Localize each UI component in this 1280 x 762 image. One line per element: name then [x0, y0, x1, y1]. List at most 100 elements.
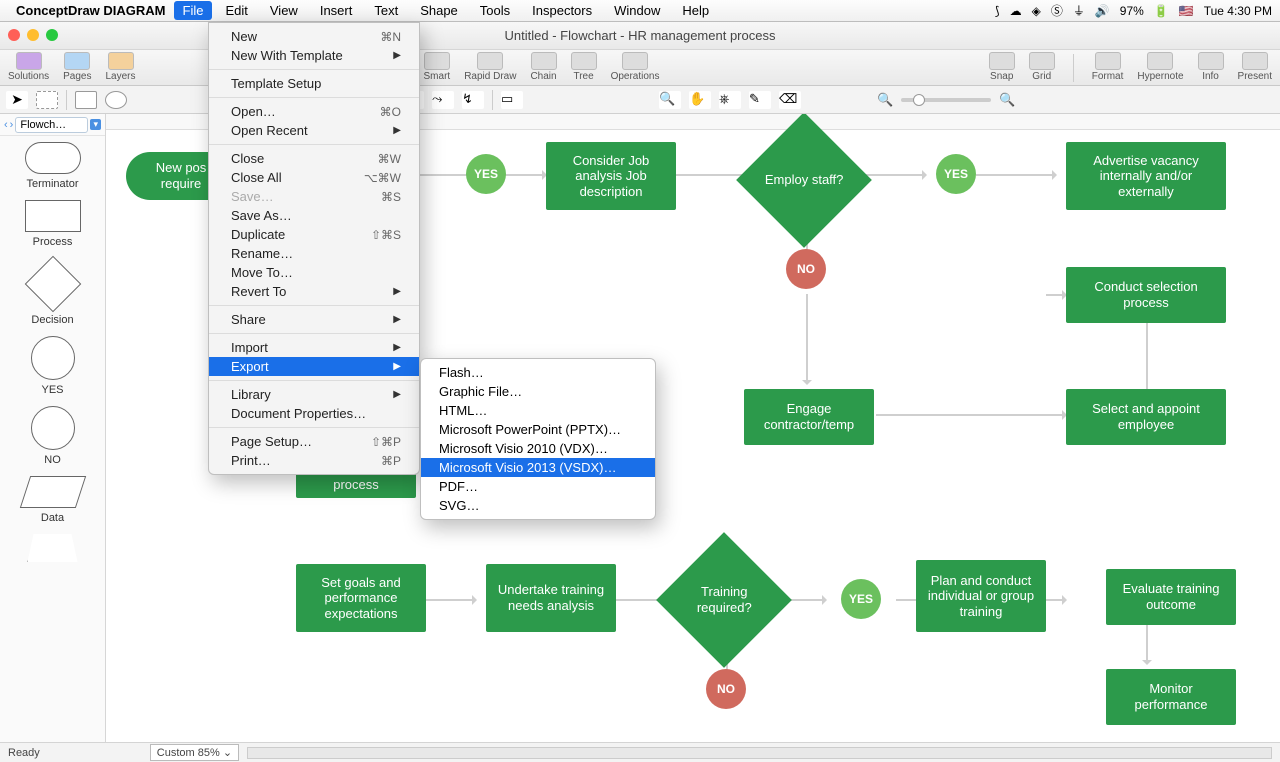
menu-item-template-setup[interactable]: Template Setup: [209, 74, 419, 93]
stamp-tool[interactable]: ⎈: [719, 91, 741, 109]
export-item-microsoft-powerpoint-pptx-[interactable]: Microsoft PowerPoint (PPTX)…: [421, 420, 655, 439]
menu-item-rename-[interactable]: Rename…: [209, 244, 419, 263]
battery-percent[interactable]: 97%: [1120, 4, 1144, 18]
rect-tool[interactable]: [75, 91, 97, 109]
menu-item-duplicate[interactable]: Duplicate⇧⌘S: [209, 225, 419, 244]
menu-inspectors[interactable]: Inspectors: [523, 1, 601, 20]
menu-tools[interactable]: Tools: [471, 1, 519, 20]
menu-item-move-to-[interactable]: Move To…: [209, 263, 419, 282]
close-icon[interactable]: [8, 29, 20, 41]
shape-terminator[interactable]: Terminator: [0, 142, 105, 190]
tb-snap[interactable]: Snap: [989, 52, 1015, 82]
shape-yes[interactable]: YES: [0, 336, 105, 396]
tb-present[interactable]: Present: [1238, 52, 1272, 82]
node-select-appoint[interactable]: Select and appoint employee: [1066, 389, 1226, 445]
tb-hypernote[interactable]: Hypernote: [1137, 52, 1183, 82]
menu-item-document-properties-[interactable]: Document Properties…: [209, 404, 419, 423]
menu-file[interactable]: File: [174, 1, 213, 20]
tb-tree[interactable]: Tree: [571, 52, 597, 82]
cloud-icon[interactable]: ☁: [1010, 4, 1022, 18]
tb-grid[interactable]: Grid: [1029, 52, 1055, 82]
node-training-analysis[interactable]: Undertake training needs analysis: [486, 564, 616, 632]
tb-smart[interactable]: Smart: [424, 52, 451, 82]
export-item-microsoft-visio-2010-vdx-[interactable]: Microsoft Visio 2010 (VDX)…: [421, 439, 655, 458]
tb-solutions[interactable]: Solutions: [8, 52, 49, 82]
menu-view[interactable]: View: [261, 1, 307, 20]
node-process[interactable]: process: [296, 472, 416, 498]
menu-item-close[interactable]: Close⌘W: [209, 149, 419, 168]
zoom-in-icon-2[interactable]: 🔍: [999, 92, 1015, 108]
dropbox-icon[interactable]: ◈: [1032, 4, 1041, 18]
connector-2[interactable]: ⤳: [432, 91, 454, 109]
menu-item-open-[interactable]: Open…⌘O: [209, 102, 419, 121]
menu-item-import[interactable]: Import▶: [209, 338, 419, 357]
export-item-pdf-[interactable]: PDF…: [421, 477, 655, 496]
shape-item[interactable]: [0, 534, 105, 566]
menu-item-new-with-template[interactable]: New With Template▶: [209, 46, 419, 65]
skype-icon[interactable]: Ⓢ: [1051, 2, 1063, 19]
menu-edit[interactable]: Edit: [216, 1, 256, 20]
export-item-flash-[interactable]: Flash…: [421, 363, 655, 382]
menu-item-export[interactable]: Export▶: [209, 357, 419, 376]
traffic-lights[interactable]: [8, 29, 58, 41]
clock[interactable]: Tue 4:30 PM: [1204, 4, 1272, 18]
pan-tool[interactable]: ✋: [689, 91, 711, 109]
tb-pages[interactable]: Pages: [63, 52, 91, 82]
export-item-html-[interactable]: HTML…: [421, 401, 655, 420]
node-employ-staff[interactable]: Employ staff?: [736, 114, 872, 248]
node-advertise[interactable]: Advertise vacancy internally and/or exte…: [1066, 142, 1226, 210]
node-monitor-performance[interactable]: Monitor performance: [1106, 669, 1236, 725]
menu-help[interactable]: Help: [673, 1, 718, 20]
node-conduct-selection[interactable]: Conduct selection process: [1066, 267, 1226, 323]
menu-window[interactable]: Window: [605, 1, 669, 20]
battery-icon[interactable]: 🔋: [1154, 4, 1169, 18]
menu-text[interactable]: Text: [365, 1, 407, 20]
shape-data[interactable]: Data: [0, 476, 105, 524]
minimize-icon[interactable]: [27, 29, 39, 41]
tb-info[interactable]: Info: [1198, 52, 1224, 82]
node-evaluate-outcome[interactable]: Evaluate training outcome: [1106, 569, 1236, 625]
text-tool[interactable]: ▭: [501, 91, 523, 109]
zoom-icon[interactable]: [46, 29, 58, 41]
shape-process[interactable]: Process: [0, 200, 105, 248]
node-consider[interactable]: Consider Job analysis Job description: [546, 142, 676, 210]
select-tool[interactable]: [36, 91, 58, 109]
menu-item-close-all[interactable]: Close All⌥⌘W: [209, 168, 419, 187]
menu-shape[interactable]: Shape: [411, 1, 467, 20]
zoom-out-icon[interactable]: 🔍: [877, 92, 893, 108]
menu-item-new[interactable]: New⌘N: [209, 27, 419, 46]
ellipse-tool[interactable]: [105, 91, 127, 109]
eraser-icon[interactable]: ⌫: [779, 91, 801, 109]
menu-item-share[interactable]: Share▶: [209, 310, 419, 329]
yes-3[interactable]: YES: [841, 579, 881, 619]
export-item-svg-[interactable]: SVG…: [421, 496, 655, 515]
nav-fwd-icon[interactable]: ›: [10, 119, 14, 131]
menu-item-library[interactable]: Library▶: [209, 385, 419, 404]
eyedropper-icon[interactable]: ✎: [749, 91, 771, 109]
pointer-tool[interactable]: ➤: [6, 91, 28, 109]
export-item-graphic-file-[interactable]: Graphic File…: [421, 382, 655, 401]
tb-format[interactable]: Format: [1092, 52, 1124, 82]
zoom-in-icon[interactable]: 🔍: [659, 91, 681, 109]
no-1[interactable]: NO: [786, 249, 826, 289]
node-training-required[interactable]: Training required?: [656, 532, 792, 668]
shape-no[interactable]: NO: [0, 406, 105, 466]
tb-rapid-draw[interactable]: Rapid Draw: [464, 52, 516, 82]
yes-2[interactable]: YES: [936, 154, 976, 194]
tb-chain[interactable]: Chain: [530, 52, 556, 82]
tb-layers[interactable]: Layers: [106, 52, 136, 82]
menu-item-open-recent[interactable]: Open Recent▶: [209, 121, 419, 140]
node-engage-contractor[interactable]: Engage contractor/temp: [744, 389, 874, 445]
zoom-select[interactable]: Custom 85% ⌄: [150, 744, 239, 761]
menu-item-save-as-[interactable]: Save As…: [209, 206, 419, 225]
no-2[interactable]: NO: [706, 669, 746, 709]
app-name[interactable]: ConceptDraw DIAGRAM: [16, 3, 166, 18]
volume-icon[interactable]: 🔊: [1095, 4, 1110, 18]
nav-back-icon[interactable]: ‹: [4, 119, 8, 131]
status-icon-1[interactable]: ⟆: [995, 4, 1000, 18]
menu-insert[interactable]: Insert: [311, 1, 362, 20]
zoom-slider[interactable]: [901, 98, 991, 102]
library-selector[interactable]: Flowch…: [15, 117, 88, 133]
horizontal-scrollbar[interactable]: [247, 747, 1272, 759]
node-set-goals[interactable]: Set goals and performance expectations: [296, 564, 426, 632]
